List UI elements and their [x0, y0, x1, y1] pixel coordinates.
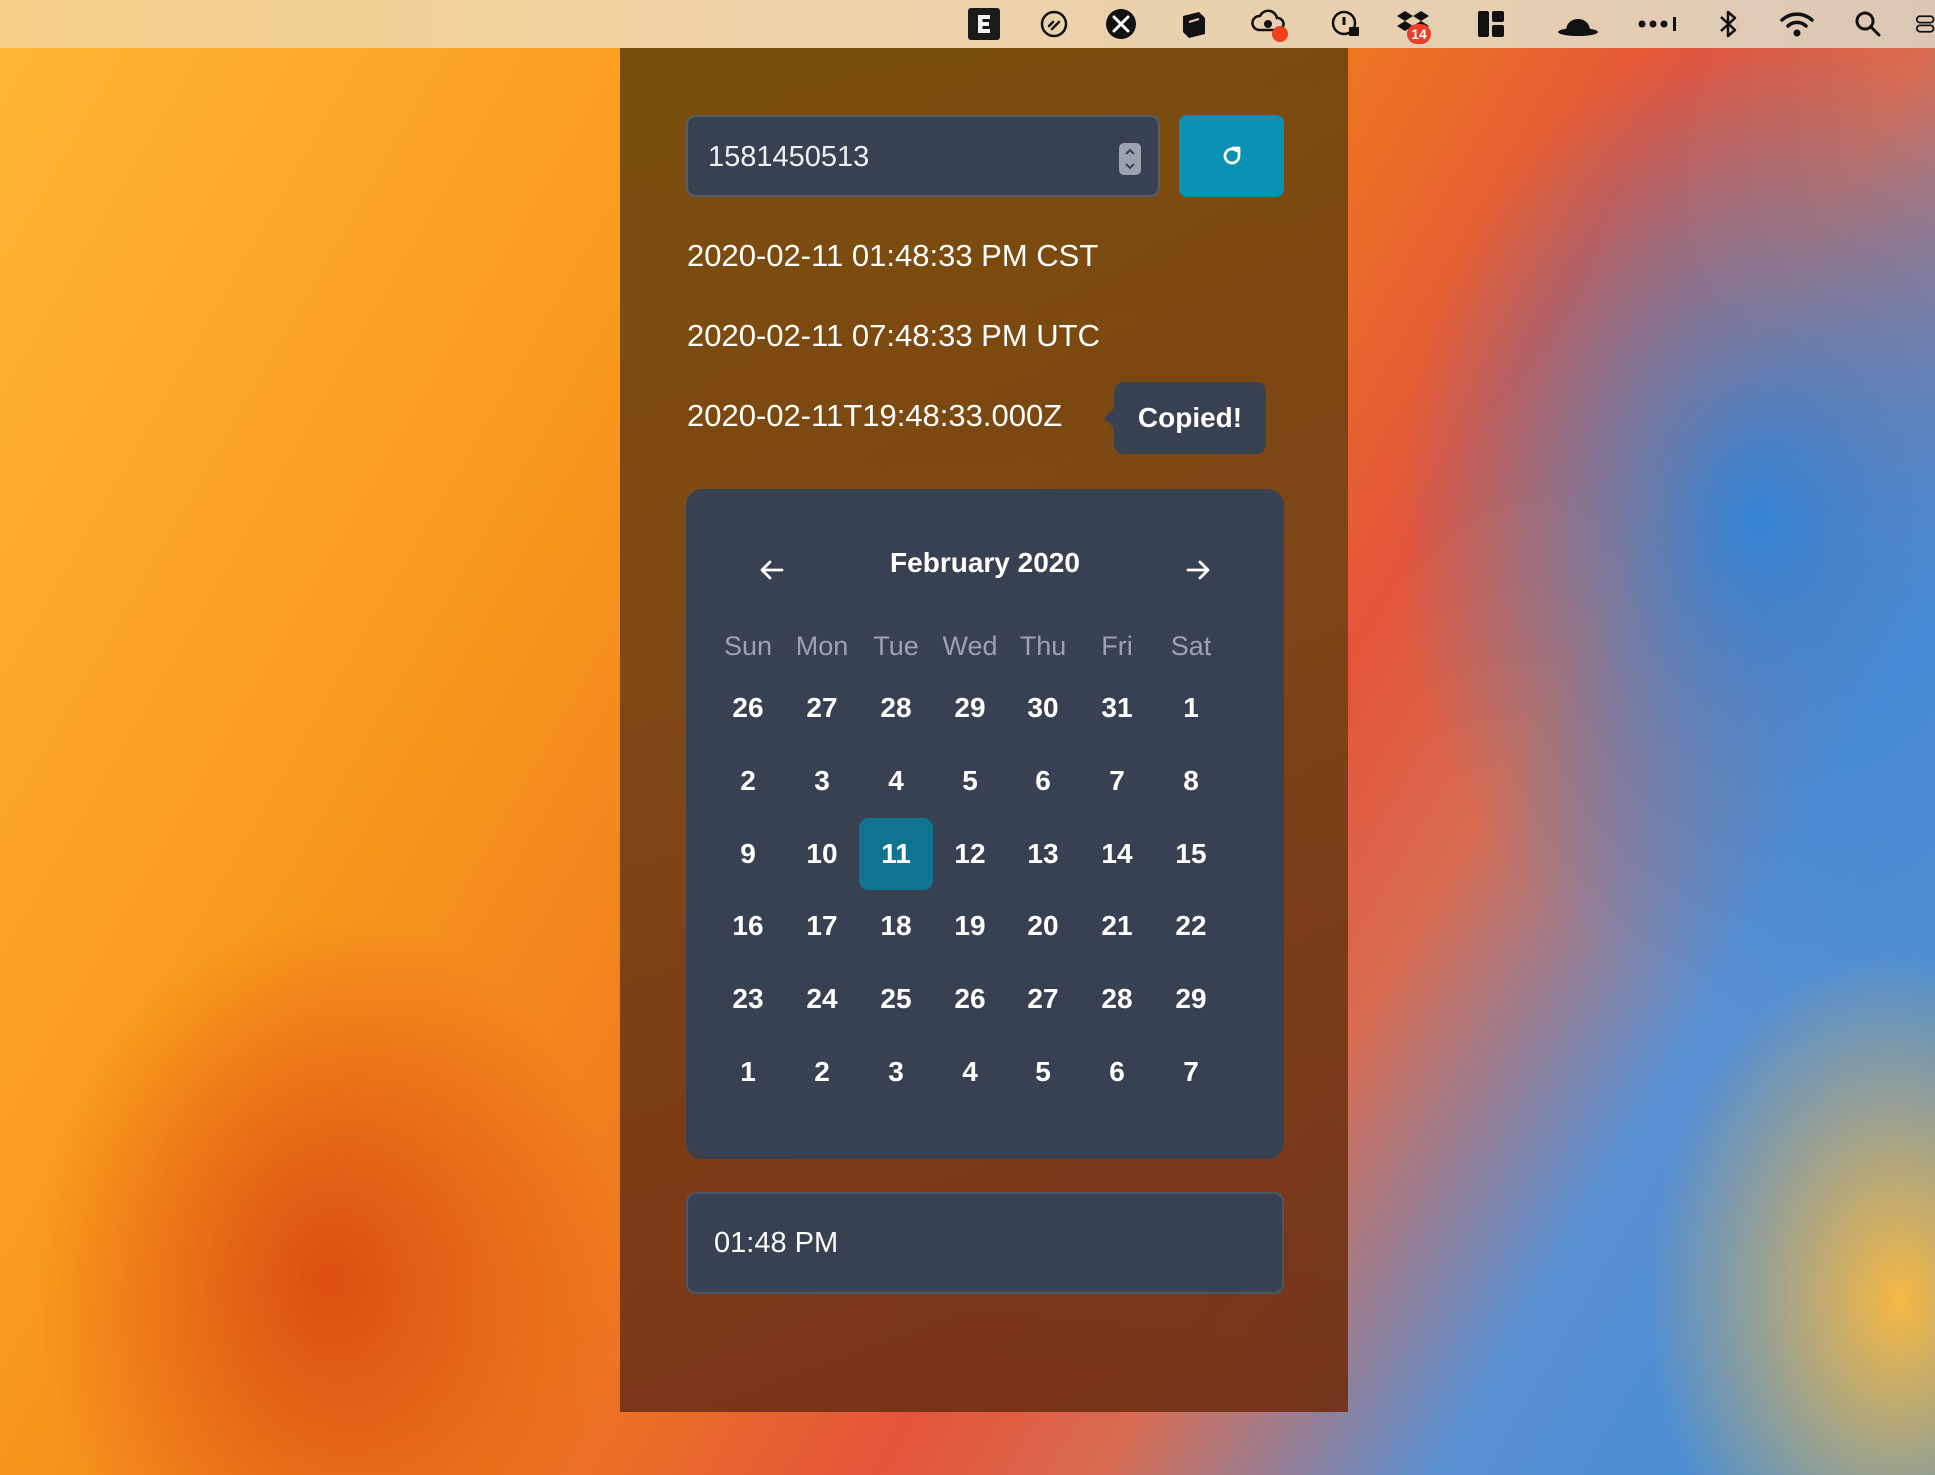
- calendar-day[interactable]: 27: [1006, 963, 1080, 1035]
- calendar-day[interactable]: 15: [1154, 818, 1228, 890]
- time-picker-field[interactable]: 01:48 PM: [686, 1192, 1284, 1294]
- calendar-day[interactable]: 10: [785, 818, 859, 890]
- calendar-day[interactable]: 17: [785, 890, 859, 962]
- e-app-icon[interactable]: [966, 6, 1002, 42]
- menu-bar: 14: [0, 0, 1935, 48]
- calendar-day[interactable]: 29: [933, 672, 1007, 744]
- calendar-day[interactable]: 12: [933, 818, 1007, 890]
- calendar-day[interactable]: 25: [859, 963, 933, 1035]
- calendar-day[interactable]: 2: [785, 1036, 859, 1108]
- calendar-day[interactable]: 16: [711, 890, 785, 962]
- calendar-day[interactable]: 5: [1006, 1036, 1080, 1108]
- calendar-day[interactable]: 26: [711, 672, 785, 744]
- calendar-day[interactable]: 26: [933, 963, 1007, 1035]
- calendar-day[interactable]: 22: [1154, 890, 1228, 962]
- bluetooth-icon[interactable]: [1710, 6, 1746, 42]
- next-month-button[interactable]: [1173, 545, 1223, 595]
- calendar-day[interactable]: 13: [1006, 818, 1080, 890]
- control-center-icon[interactable]: [1914, 6, 1935, 42]
- dropbox-icon[interactable]: 14: [1395, 6, 1431, 44]
- more-dots-icon[interactable]: [1636, 6, 1680, 42]
- graduation-cap-icon[interactable]: [1175, 6, 1211, 42]
- bowler-hat-icon[interactable]: [1556, 6, 1600, 42]
- dropbox-badge: 14: [1407, 24, 1431, 44]
- search-icon[interactable]: [1850, 6, 1886, 42]
- calendar-day[interactable]: 24: [785, 963, 859, 1035]
- cloud-sync-icon[interactable]: [1250, 6, 1288, 42]
- calendar-day[interactable]: 9: [711, 818, 785, 890]
- scissors-icon[interactable]: [1103, 6, 1139, 42]
- calendar-day[interactable]: 4: [859, 745, 933, 817]
- iso-time-text[interactable]: 2020-02-11T19:48:33.000Z: [687, 398, 1062, 434]
- chevron-up-icon[interactable]: [1124, 146, 1136, 158]
- timestamp-input-container: [686, 115, 1160, 197]
- arrow-right-icon: [1186, 560, 1210, 580]
- calendar-day[interactable]: 28: [859, 672, 933, 744]
- weekday-label: Sun: [723, 631, 773, 661]
- chevron-down-icon[interactable]: [1124, 160, 1136, 172]
- calendar-day[interactable]: 14: [1080, 818, 1154, 890]
- link-icon[interactable]: [1036, 6, 1072, 42]
- calendar-day[interactable]: 29: [1154, 963, 1228, 1035]
- calendar-day[interactable]: 8: [1154, 745, 1228, 817]
- date-picker-calendar: February 2020 Sun Mon Tue Wed Thu Fri Sat 26 27…: [686, 489, 1284, 1159]
- calendar-day[interactable]: 20: [1006, 890, 1080, 962]
- calendar-day[interactable]: 3: [785, 745, 859, 817]
- calendar-day-selected[interactable]: 11: [859, 818, 933, 890]
- weekday-label: Mon: [795, 631, 849, 661]
- utc-time-text[interactable]: 2020-02-11 07:48:33 PM UTC: [687, 318, 1100, 354]
- lock-status-icon[interactable]: [1328, 6, 1364, 42]
- calendar-day[interactable]: 3: [859, 1036, 933, 1108]
- calendar-day[interactable]: 1: [711, 1036, 785, 1108]
- copied-tooltip: Copied!: [1104, 382, 1266, 454]
- calendar-day[interactable]: 6: [1006, 745, 1080, 817]
- wifi-icon[interactable]: [1779, 6, 1815, 42]
- weekday-label: Sat: [1170, 631, 1212, 661]
- calendar-day[interactable]: 23: [711, 963, 785, 1035]
- weekday-label: Wed: [942, 631, 998, 661]
- local-time-text[interactable]: 2020-02-11 01:48:33 PM CST: [687, 238, 1098, 274]
- calendar-day[interactable]: 2: [711, 745, 785, 817]
- calendar-day[interactable]: 28: [1080, 963, 1154, 1035]
- calendar-day[interactable]: 5: [933, 745, 1007, 817]
- calendar-day[interactable]: 21: [1080, 890, 1154, 962]
- calendar-day[interactable]: 1: [1154, 672, 1228, 744]
- timestamp-input[interactable]: [688, 117, 1110, 197]
- weekday-label: Fri: [1101, 631, 1133, 661]
- notification-dot: [1272, 26, 1288, 42]
- calendar-day[interactable]: 19: [933, 890, 1007, 962]
- calendar-day[interactable]: 7: [1154, 1036, 1228, 1108]
- calendar-day[interactable]: 30: [1006, 672, 1080, 744]
- weekday-label: Tue: [873, 631, 919, 661]
- weekday-label: Thu: [1019, 631, 1067, 661]
- refresh-button[interactable]: [1179, 115, 1284, 197]
- calendar-day[interactable]: 7: [1080, 745, 1154, 817]
- calendar-day[interactable]: 27: [785, 672, 859, 744]
- calendar-day[interactable]: 18: [859, 890, 933, 962]
- timestamp-converter-window: 2020-02-11 01:48:33 PM CST 2020-02-11 07…: [620, 48, 1348, 1412]
- calendar-day[interactable]: 31: [1080, 672, 1154, 744]
- refresh-icon: [1223, 146, 1240, 165]
- calendar-day[interactable]: 4: [933, 1036, 1007, 1108]
- number-stepper[interactable]: [1119, 143, 1141, 175]
- calendar-day[interactable]: 6: [1080, 1036, 1154, 1108]
- grid-layout-icon[interactable]: [1473, 6, 1509, 42]
